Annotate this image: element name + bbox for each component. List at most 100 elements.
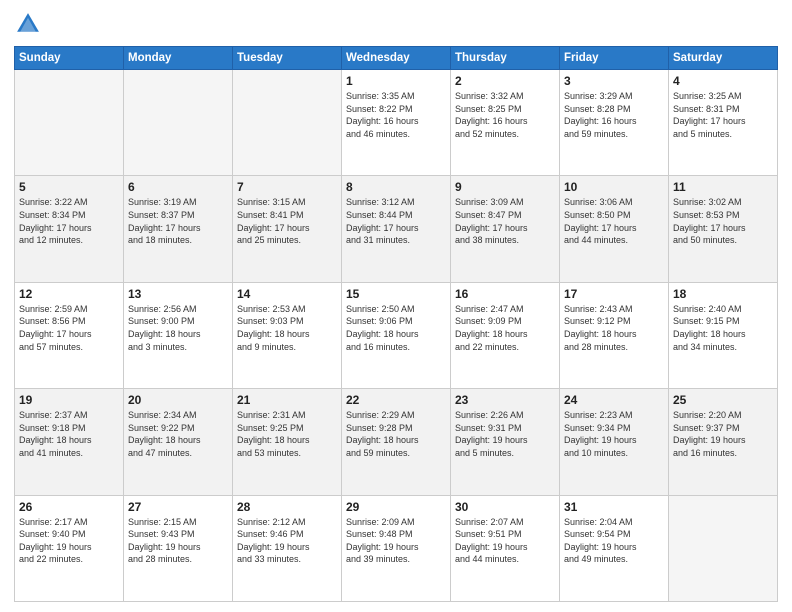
- day-number: 5: [19, 180, 119, 194]
- calendar-table: SundayMondayTuesdayWednesdayThursdayFrid…: [14, 46, 778, 602]
- calendar-header-saturday: Saturday: [669, 47, 778, 70]
- day-number: 7: [237, 180, 337, 194]
- day-info: Sunrise: 3:35 AM Sunset: 8:22 PM Dayligh…: [346, 90, 446, 140]
- calendar-cell: 11 Sunrise: 3:02 AM Sunset: 8:53 PM Dayli…: [669, 176, 778, 282]
- day-info: Sunrise: 2:20 AM Sunset: 9:37 PM Dayligh…: [673, 409, 773, 459]
- calendar-week-row: 26 Sunrise: 2:17 AM Sunset: 9:40 PM Dayli…: [15, 495, 778, 601]
- day-info: Sunrise: 2:31 AM Sunset: 9:25 PM Dayligh…: [237, 409, 337, 459]
- calendar-header-sunday: Sunday: [15, 47, 124, 70]
- day-number: 18: [673, 287, 773, 301]
- calendar-cell: 10 Sunrise: 3:06 AM Sunset: 8:50 PM Dayli…: [560, 176, 669, 282]
- calendar-cell: [669, 495, 778, 601]
- day-number: 13: [128, 287, 228, 301]
- calendar-cell: 30 Sunrise: 2:07 AM Sunset: 9:51 PM Dayli…: [451, 495, 560, 601]
- calendar-cell: 23 Sunrise: 2:26 AM Sunset: 9:31 PM Dayli…: [451, 389, 560, 495]
- calendar-cell: 19 Sunrise: 2:37 AM Sunset: 9:18 PM Dayli…: [15, 389, 124, 495]
- day-info: Sunrise: 2:23 AM Sunset: 9:34 PM Dayligh…: [564, 409, 664, 459]
- calendar-cell: 6Sunrise: 3:19 AM Sunset: 8:37 PM Daylig…: [124, 176, 233, 282]
- day-info: Sunrise: 2:09 AM Sunset: 9:48 PM Dayligh…: [346, 516, 446, 566]
- day-number: 15: [346, 287, 446, 301]
- page: SundayMondayTuesdayWednesdayThursdayFrid…: [0, 0, 792, 612]
- day-number: 8: [346, 180, 446, 194]
- calendar-week-row: 1 Sunrise: 3:35 AM Sunset: 8:22 PM Daylig…: [15, 70, 778, 176]
- calendar-cell: 2 Sunrise: 3:32 AM Sunset: 8:25 PM Daylig…: [451, 70, 560, 176]
- day-info: Sunrise: 2:12 AM Sunset: 9:46 PM Dayligh…: [237, 516, 337, 566]
- calendar-cell: 3 Sunrise: 3:29 AM Sunset: 8:28 PM Daylig…: [560, 70, 669, 176]
- calendar-header-friday: Friday: [560, 47, 669, 70]
- calendar-cell: 21Sunrise: 2:31 AM Sunset: 9:25 PM Dayli…: [233, 389, 342, 495]
- day-info: Sunrise: 2:47 AM Sunset: 9:09 PM Dayligh…: [455, 303, 555, 353]
- day-info: Sunrise: 2:04 AM Sunset: 9:54 PM Dayligh…: [564, 516, 664, 566]
- calendar-cell: 1 Sunrise: 3:35 AM Sunset: 8:22 PM Daylig…: [342, 70, 451, 176]
- day-number: 10: [564, 180, 664, 194]
- day-number: 31: [564, 500, 664, 514]
- day-number: 20: [128, 393, 228, 407]
- day-info: Sunrise: 3:15 AM Sunset: 8:41 PM Dayligh…: [237, 196, 337, 246]
- calendar-cell: 24 Sunrise: 2:23 AM Sunset: 9:34 PM Dayli…: [560, 389, 669, 495]
- day-info: Sunrise: 2:17 AM Sunset: 9:40 PM Dayligh…: [19, 516, 119, 566]
- logo: [14, 10, 46, 38]
- day-number: 17: [564, 287, 664, 301]
- day-number: 11: [673, 180, 773, 194]
- calendar-cell: 26 Sunrise: 2:17 AM Sunset: 9:40 PM Dayli…: [15, 495, 124, 601]
- day-number: 24: [564, 393, 664, 407]
- day-number: 4: [673, 74, 773, 88]
- calendar-cell: 5Sunrise: 3:22 AM Sunset: 8:34 PM Daylig…: [15, 176, 124, 282]
- day-info: Sunrise: 3:12 AM Sunset: 8:44 PM Dayligh…: [346, 196, 446, 246]
- calendar-cell: [124, 70, 233, 176]
- calendar-cell: 22 Sunrise: 2:29 AM Sunset: 9:28 PM Dayli…: [342, 389, 451, 495]
- day-number: 30: [455, 500, 555, 514]
- day-info: Sunrise: 3:02 AM Sunset: 8:53 PM Dayligh…: [673, 196, 773, 246]
- calendar-cell: 20 Sunrise: 2:34 AM Sunset: 9:22 PM Dayli…: [124, 389, 233, 495]
- calendar-header-wednesday: Wednesday: [342, 47, 451, 70]
- day-info: Sunrise: 3:09 AM Sunset: 8:47 PM Dayligh…: [455, 196, 555, 246]
- day-number: 2: [455, 74, 555, 88]
- calendar-cell: 7 Sunrise: 3:15 AM Sunset: 8:41 PM Daylig…: [233, 176, 342, 282]
- day-number: 3: [564, 74, 664, 88]
- calendar-header-tuesday: Tuesday: [233, 47, 342, 70]
- calendar-cell: [15, 70, 124, 176]
- day-info: Sunrise: 2:26 AM Sunset: 9:31 PM Dayligh…: [455, 409, 555, 459]
- day-number: 27: [128, 500, 228, 514]
- day-number: 12: [19, 287, 119, 301]
- calendar-cell: 4Sunrise: 3:25 AM Sunset: 8:31 PM Daylig…: [669, 70, 778, 176]
- calendar-cell: 29 Sunrise: 2:09 AM Sunset: 9:48 PM Dayli…: [342, 495, 451, 601]
- day-info: Sunrise: 2:56 AM Sunset: 9:00 PM Dayligh…: [128, 303, 228, 353]
- calendar-cell: [233, 70, 342, 176]
- calendar-cell: 13 Sunrise: 2:56 AM Sunset: 9:00 PM Dayli…: [124, 282, 233, 388]
- day-number: 1: [346, 74, 446, 88]
- day-number: 23: [455, 393, 555, 407]
- header: [14, 10, 778, 38]
- day-number: 16: [455, 287, 555, 301]
- day-info: Sunrise: 2:40 AM Sunset: 9:15 PM Dayligh…: [673, 303, 773, 353]
- day-number: 26: [19, 500, 119, 514]
- day-info: Sunrise: 2:29 AM Sunset: 9:28 PM Dayligh…: [346, 409, 446, 459]
- calendar-header-monday: Monday: [124, 47, 233, 70]
- day-number: 25: [673, 393, 773, 407]
- day-number: 19: [19, 393, 119, 407]
- day-info: Sunrise: 2:07 AM Sunset: 9:51 PM Dayligh…: [455, 516, 555, 566]
- day-number: 9: [455, 180, 555, 194]
- calendar-cell: 12Sunrise: 2:59 AM Sunset: 8:56 PM Dayli…: [15, 282, 124, 388]
- calendar-cell: 31 Sunrise: 2:04 AM Sunset: 9:54 PM Dayli…: [560, 495, 669, 601]
- day-number: 29: [346, 500, 446, 514]
- day-info: Sunrise: 2:34 AM Sunset: 9:22 PM Dayligh…: [128, 409, 228, 459]
- calendar-cell: 18 Sunrise: 2:40 AM Sunset: 9:15 PM Dayli…: [669, 282, 778, 388]
- day-info: Sunrise: 3:32 AM Sunset: 8:25 PM Dayligh…: [455, 90, 555, 140]
- calendar-cell: 27 Sunrise: 2:15 AM Sunset: 9:43 PM Dayli…: [124, 495, 233, 601]
- calendar-cell: 17Sunrise: 2:43 AM Sunset: 9:12 PM Dayli…: [560, 282, 669, 388]
- calendar-week-row: 5Sunrise: 3:22 AM Sunset: 8:34 PM Daylig…: [15, 176, 778, 282]
- calendar-cell: 28 Sunrise: 2:12 AM Sunset: 9:46 PM Dayli…: [233, 495, 342, 601]
- day-info: Sunrise: 2:15 AM Sunset: 9:43 PM Dayligh…: [128, 516, 228, 566]
- calendar-header-thursday: Thursday: [451, 47, 560, 70]
- day-info: Sunrise: 2:53 AM Sunset: 9:03 PM Dayligh…: [237, 303, 337, 353]
- day-info: Sunrise: 3:29 AM Sunset: 8:28 PM Dayligh…: [564, 90, 664, 140]
- calendar-week-row: 19 Sunrise: 2:37 AM Sunset: 9:18 PM Dayli…: [15, 389, 778, 495]
- day-info: Sunrise: 3:19 AM Sunset: 8:37 PM Dayligh…: [128, 196, 228, 246]
- day-number: 22: [346, 393, 446, 407]
- day-info: Sunrise: 2:50 AM Sunset: 9:06 PM Dayligh…: [346, 303, 446, 353]
- day-info: Sunrise: 2:37 AM Sunset: 9:18 PM Dayligh…: [19, 409, 119, 459]
- calendar-cell: 15 Sunrise: 2:50 AM Sunset: 9:06 PM Dayli…: [342, 282, 451, 388]
- day-info: Sunrise: 3:06 AM Sunset: 8:50 PM Dayligh…: [564, 196, 664, 246]
- day-number: 28: [237, 500, 337, 514]
